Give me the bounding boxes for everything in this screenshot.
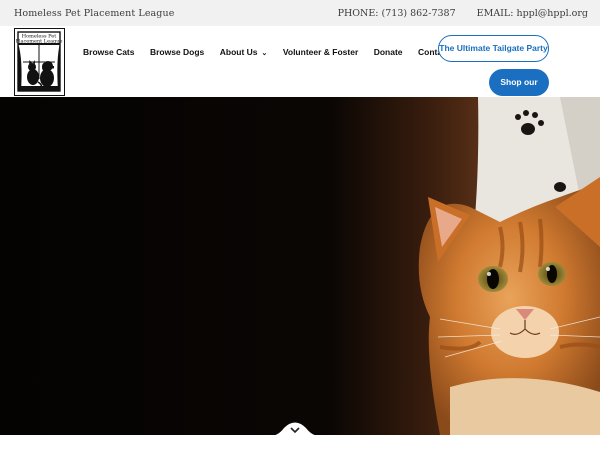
main-nav: Browse Cats Browse Dogs About Us ⌄ Volunt… [83, 43, 474, 59]
nav-label: Donate [373, 46, 403, 57]
phone-number[interactable]: (713) 862-7387 [382, 8, 456, 19]
scroll-down-button[interactable] [270, 420, 320, 436]
nav-donate[interactable]: Donate [374, 47, 403, 57]
nav-label: Volunteer & Foster [282, 46, 359, 57]
page-bottom-strip [0, 435, 600, 450]
nav-browse-cats[interactable]: Browse Cats [83, 47, 135, 57]
org-name: Homeless Pet Placement League [14, 8, 175, 19]
nav-label: Browse Cats [83, 46, 135, 57]
logo-text-line2: Placement League [16, 39, 63, 45]
tailgate-party-button[interactable]: The Ultimate Tailgate Party [438, 35, 549, 62]
nav-about-us[interactable]: About Us ⌄ [220, 47, 268, 57]
chevron-down-icon: ⌄ [261, 49, 268, 57]
chevron-down-icon [270, 422, 320, 436]
nav-label: About Us [219, 46, 258, 57]
site-logo[interactable]: Homeless Pet Placement League [14, 28, 65, 96]
hero-cat-image [0, 97, 600, 435]
nav-label: Browse Dogs [149, 46, 205, 57]
site-header: Homeless Pet Placement League Browse Cat… [0, 26, 600, 114]
logo-graphic: Homeless Pet Placement League [16, 31, 63, 92]
top-info-bar: Homeless Pet Placement League PHONE: (71… [0, 0, 600, 26]
email-label: EMAIL: [476, 8, 514, 19]
shop-store-button[interactable]: Shop our Store [489, 69, 549, 114]
nav-volunteer-foster[interactable]: Volunteer & Foster [283, 47, 358, 57]
email-address[interactable]: hppl@hppl.org [516, 8, 588, 19]
nav-browse-dogs[interactable]: Browse Dogs [150, 47, 204, 57]
hero-banner [0, 97, 600, 435]
contact-info: PHONE: (713) 862-7387 EMAIL: hppl@hppl.o… [338, 8, 588, 19]
phone-label: PHONE: [337, 8, 379, 19]
